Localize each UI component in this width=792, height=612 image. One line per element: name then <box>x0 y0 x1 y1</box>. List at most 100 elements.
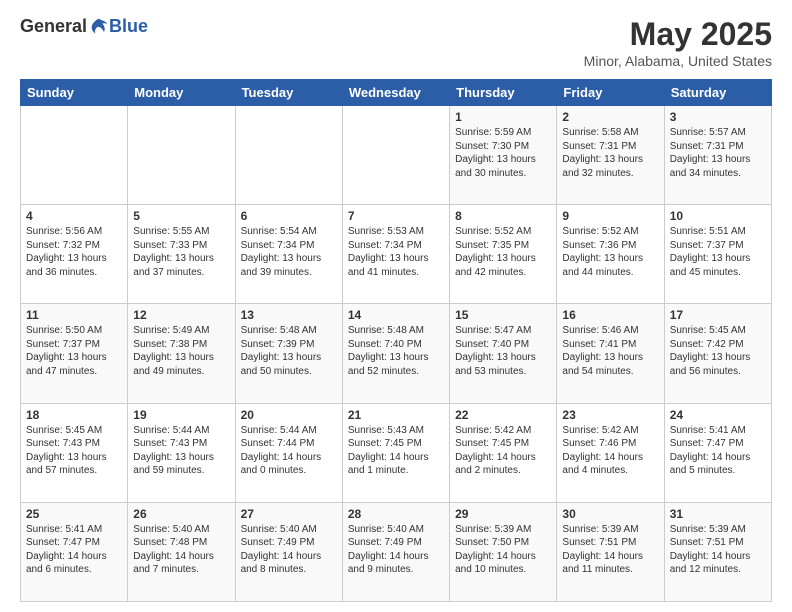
day-info: Sunrise: 5:50 AM Sunset: 7:37 PM Dayligh… <box>26 324 122 378</box>
day-info: Sunrise: 5:41 AM Sunset: 7:47 PM Dayligh… <box>26 523 122 577</box>
day-number: 5 <box>133 209 229 223</box>
day-number: 14 <box>348 308 444 322</box>
day-info: Sunrise: 5:40 AM Sunset: 7:48 PM Dayligh… <box>133 523 229 577</box>
calendar-header-saturday: Saturday <box>664 80 771 106</box>
day-number: 19 <box>133 408 229 422</box>
calendar-cell: 26 Sunrise: 5:40 AM Sunset: 7:48 PM Dayli… <box>128 502 235 601</box>
day-number: 1 <box>455 110 551 124</box>
day-number: 24 <box>670 408 766 422</box>
day-info: Sunrise: 5:42 AM Sunset: 7:46 PM Dayligh… <box>562 424 658 478</box>
calendar-cell: 14 Sunrise: 5:48 AM Sunset: 7:40 PM Dayli… <box>342 304 449 403</box>
day-number: 30 <box>562 507 658 521</box>
calendar-cell: 13Sunrise: 5:48 AM Sunset: 7:39 PM Dayli… <box>235 304 342 403</box>
day-info: Sunrise: 5:39 AM Sunset: 7:50 PM Dayligh… <box>455 523 551 577</box>
day-info: Sunrise: 5:44 AM Sunset: 7:43 PM Dayligh… <box>133 424 229 478</box>
day-info: Sunrise: 5:48 AM Sunset: 7:40 PM Dayligh… <box>348 324 444 378</box>
calendar-cell: 25Sunrise: 5:41 AM Sunset: 7:47 PM Dayli… <box>21 502 128 601</box>
calendar-cell: 16Sunrise: 5:46 AM Sunset: 7:41 PM Dayli… <box>557 304 664 403</box>
day-info: Sunrise: 5:39 AM Sunset: 7:51 PM Dayligh… <box>562 523 658 577</box>
day-info: Sunrise: 5:40 AM Sunset: 7:49 PM Dayligh… <box>241 523 337 577</box>
calendar-cell: 17Sunrise: 5:45 AM Sunset: 7:42 PM Dayli… <box>664 304 771 403</box>
calendar-cell <box>128 106 235 205</box>
day-number: 29 <box>455 507 551 521</box>
day-number: 11 <box>26 308 122 322</box>
day-number: 31 <box>670 507 766 521</box>
day-number: 22 <box>455 408 551 422</box>
subtitle: Minor, Alabama, United States <box>584 53 772 69</box>
calendar-cell: 7 Sunrise: 5:53 AM Sunset: 7:34 PM Daylig… <box>342 205 449 304</box>
calendar-cell: 23Sunrise: 5:42 AM Sunset: 7:46 PM Dayli… <box>557 403 664 502</box>
day-number: 4 <box>26 209 122 223</box>
calendar-cell: 9Sunrise: 5:52 AM Sunset: 7:36 PM Daylig… <box>557 205 664 304</box>
day-info: Sunrise: 5:53 AM Sunset: 7:34 PM Dayligh… <box>348 225 444 279</box>
calendar-header-row: SundayMondayTuesdayWednesdayThursdayFrid… <box>21 80 772 106</box>
calendar-cell: 19 Sunrise: 5:44 AM Sunset: 7:43 PM Dayli… <box>128 403 235 502</box>
day-number: 13 <box>241 308 337 322</box>
day-number: 16 <box>562 308 658 322</box>
day-info: Sunrise: 5:43 AM Sunset: 7:45 PM Dayligh… <box>348 424 444 478</box>
day-number: 8 <box>455 209 551 223</box>
calendar-cell: 11 Sunrise: 5:50 AM Sunset: 7:37 PM Dayli… <box>21 304 128 403</box>
day-number: 12 <box>133 308 229 322</box>
calendar-cell: 6 Sunrise: 5:54 AM Sunset: 7:34 PM Daylig… <box>235 205 342 304</box>
calendar-week-row: 18Sunrise: 5:45 AM Sunset: 7:43 PM Dayli… <box>21 403 772 502</box>
calendar-week-row: 25Sunrise: 5:41 AM Sunset: 7:47 PM Dayli… <box>21 502 772 601</box>
day-number: 9 <box>562 209 658 223</box>
day-number: 3 <box>670 110 766 124</box>
day-info: Sunrise: 5:54 AM Sunset: 7:34 PM Dayligh… <box>241 225 337 279</box>
main-title: May 2025 <box>584 16 772 53</box>
calendar-header-tuesday: Tuesday <box>235 80 342 106</box>
calendar-cell <box>21 106 128 205</box>
calendar-cell: 2 Sunrise: 5:58 AM Sunset: 7:31 PM Daylig… <box>557 106 664 205</box>
day-info: Sunrise: 5:47 AM Sunset: 7:40 PM Dayligh… <box>455 324 551 378</box>
calendar-header-wednesday: Wednesday <box>342 80 449 106</box>
calendar-cell: 30 Sunrise: 5:39 AM Sunset: 7:51 PM Dayli… <box>557 502 664 601</box>
day-number: 20 <box>241 408 337 422</box>
day-number: 10 <box>670 209 766 223</box>
calendar-week-row: 4Sunrise: 5:56 AM Sunset: 7:32 PM Daylig… <box>21 205 772 304</box>
logo-bird-icon <box>89 17 109 37</box>
calendar-cell: 29 Sunrise: 5:39 AM Sunset: 7:50 PM Dayli… <box>450 502 557 601</box>
day-number: 27 <box>241 507 337 521</box>
day-info: Sunrise: 5:58 AM Sunset: 7:31 PM Dayligh… <box>562 126 658 180</box>
calendar-cell: 15 Sunrise: 5:47 AM Sunset: 7:40 PM Dayli… <box>450 304 557 403</box>
day-info: Sunrise: 5:49 AM Sunset: 7:38 PM Dayligh… <box>133 324 229 378</box>
calendar-table: SundayMondayTuesdayWednesdayThursdayFrid… <box>20 79 772 602</box>
calendar-cell: 28 Sunrise: 5:40 AM Sunset: 7:49 PM Dayli… <box>342 502 449 601</box>
day-info: Sunrise: 5:40 AM Sunset: 7:49 PM Dayligh… <box>348 523 444 577</box>
calendar-week-row: 1 Sunrise: 5:59 AM Sunset: 7:30 PM Daylig… <box>21 106 772 205</box>
calendar-cell: 4Sunrise: 5:56 AM Sunset: 7:32 PM Daylig… <box>21 205 128 304</box>
calendar-cell <box>342 106 449 205</box>
calendar-cell: 20Sunrise: 5:44 AM Sunset: 7:44 PM Dayli… <box>235 403 342 502</box>
calendar-cell: 18Sunrise: 5:45 AM Sunset: 7:43 PM Dayli… <box>21 403 128 502</box>
calendar-header-monday: Monday <box>128 80 235 106</box>
calendar-cell: 27 Sunrise: 5:40 AM Sunset: 7:49 PM Dayli… <box>235 502 342 601</box>
logo-blue-text: Blue <box>109 16 148 37</box>
calendar-cell: 5 Sunrise: 5:55 AM Sunset: 7:33 PM Daylig… <box>128 205 235 304</box>
calendar-header-friday: Friday <box>557 80 664 106</box>
day-number: 28 <box>348 507 444 521</box>
day-number: 6 <box>241 209 337 223</box>
logo-general-text: General <box>20 16 87 37</box>
day-number: 17 <box>670 308 766 322</box>
calendar-cell: 12 Sunrise: 5:49 AM Sunset: 7:38 PM Dayli… <box>128 304 235 403</box>
day-number: 15 <box>455 308 551 322</box>
day-number: 26 <box>133 507 229 521</box>
day-info: Sunrise: 5:55 AM Sunset: 7:33 PM Dayligh… <box>133 225 229 279</box>
day-info: Sunrise: 5:41 AM Sunset: 7:47 PM Dayligh… <box>670 424 766 478</box>
day-info: Sunrise: 5:39 AM Sunset: 7:51 PM Dayligh… <box>670 523 766 577</box>
header: General Blue May 2025 Minor, Alabama, Un… <box>20 16 772 69</box>
calendar-cell: 1 Sunrise: 5:59 AM Sunset: 7:30 PM Daylig… <box>450 106 557 205</box>
day-number: 2 <box>562 110 658 124</box>
calendar-header-sunday: Sunday <box>21 80 128 106</box>
page: General Blue May 2025 Minor, Alabama, Un… <box>0 0 792 612</box>
day-number: 7 <box>348 209 444 223</box>
day-number: 18 <box>26 408 122 422</box>
calendar-cell: 22 Sunrise: 5:42 AM Sunset: 7:45 PM Dayli… <box>450 403 557 502</box>
title-block: May 2025 Minor, Alabama, United States <box>584 16 772 69</box>
day-info: Sunrise: 5:59 AM Sunset: 7:30 PM Dayligh… <box>455 126 551 180</box>
day-info: Sunrise: 5:42 AM Sunset: 7:45 PM Dayligh… <box>455 424 551 478</box>
calendar-cell <box>235 106 342 205</box>
logo: General Blue <box>20 16 148 37</box>
calendar-cell: 8Sunrise: 5:52 AM Sunset: 7:35 PM Daylig… <box>450 205 557 304</box>
